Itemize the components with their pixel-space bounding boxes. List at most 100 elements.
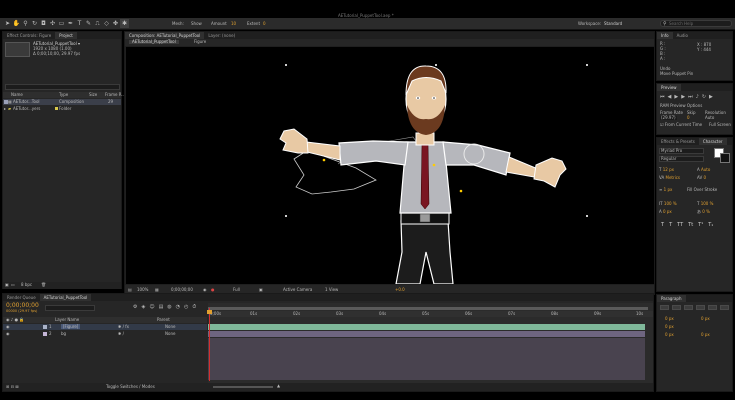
resolution-dropdown[interactable]: Auto	[705, 115, 714, 120]
horizontal-scale-field[interactable]: T 100 %	[697, 201, 713, 206]
view-dropdown[interactable]: Active Camera	[283, 287, 312, 292]
table-row[interactable]: ◉ 1 [Figure] ✱ / fx None	[3, 324, 207, 330]
tab-audio[interactable]: Audio	[673, 32, 692, 39]
time-ruler[interactable]: 0;00s 01s 02s 03s 04s 05s 06s 07s 08s 09…	[208, 311, 653, 317]
loop-icon[interactable]: ↻	[702, 94, 706, 100]
from-current-time-checkbox[interactable]: ☑ From Current Time	[660, 122, 702, 127]
font-size-field[interactable]: T 12 px	[659, 167, 674, 172]
extent-value[interactable]: 0	[263, 21, 266, 26]
col-frame-rate[interactable]: Frame R...	[105, 92, 125, 97]
region-of-interest-icon[interactable]: ▣	[259, 287, 263, 292]
playhead-handle[interactable]	[207, 310, 212, 314]
timeline-search-input[interactable]	[45, 305, 95, 311]
indent-left-field[interactable]: 0 px	[665, 316, 674, 321]
resolution-dropdown[interactable]: Full	[233, 287, 240, 292]
time-graph[interactable]: 0;00s 01s 02s 03s 04s 05s 06s 07s 08s 09…	[207, 303, 653, 383]
layer-parent-dropdown[interactable]: None	[165, 331, 175, 337]
show-channel-icon[interactable]: ●	[211, 287, 215, 292]
tab-effects-presets[interactable]: Effects & Presets	[657, 138, 699, 145]
tsume-field[interactable]: あ 0 %	[697, 209, 710, 214]
layer-bar-bg[interactable]	[208, 331, 645, 337]
frame-rate-dropdown[interactable]: (29.97)	[660, 115, 677, 121]
col-name[interactable]: Name	[11, 92, 23, 97]
puppet-figure[interactable]	[126, 47, 654, 284]
align-left-button[interactable]	[660, 305, 669, 310]
amount-value[interactable]: 10	[231, 21, 236, 26]
indent-first-field[interactable]: 0 px	[665, 324, 674, 329]
table-row[interactable]: ▸ ▰ AETutor...yers Folder	[3, 106, 121, 112]
toggle-switches-modes[interactable]: Toggle Switches / Modes	[106, 384, 155, 389]
stopwatch-icon[interactable]: ⏱	[192, 304, 196, 310]
justify-all-button[interactable]	[720, 305, 729, 310]
skip-value[interactable]: 0	[687, 115, 690, 120]
magnification-dropdown[interactable]: 100%	[137, 287, 148, 292]
new-folder-icon[interactable]: ▭	[11, 282, 15, 287]
current-time[interactable]: 0;00;00;00	[171, 287, 193, 292]
audio-icon[interactable]: ♪	[696, 94, 699, 100]
ram-preview-options[interactable]: RAM Preview Options	[660, 103, 702, 108]
selection-tool-icon[interactable]: ➤	[3, 19, 12, 28]
prev-frame-icon[interactable]: ◀	[668, 94, 672, 100]
puppet-pin-tool-icon[interactable]: ✱	[120, 19, 129, 28]
align-center-button[interactable]	[672, 305, 681, 310]
zoom-tool-icon[interactable]: ⚲	[21, 19, 30, 28]
layer-bar-figure[interactable]	[208, 324, 645, 330]
tab-layer[interactable]: Layer: (none)	[204, 32, 239, 39]
play-icon[interactable]: ▶	[674, 94, 678, 100]
font-style-dropdown[interactable]: Regular	[659, 156, 704, 162]
grid-icon[interactable]: ▦	[155, 287, 159, 292]
zoom-in-icon[interactable]: ▲	[277, 383, 280, 388]
vertical-scale-field[interactable]: IT 100 %	[659, 201, 677, 206]
kerning-field[interactable]: VA Metrics	[659, 175, 680, 180]
interpret-footage-icon[interactable]: ▣	[5, 282, 9, 287]
justify-left-button[interactable]	[696, 305, 705, 310]
workspace-dropdown[interactable]: Standard	[604, 21, 622, 26]
layer-switches-icon[interactable]: ✱ / fx	[118, 324, 129, 330]
last-frame-icon[interactable]: ⏭	[688, 94, 693, 100]
draft-3d-icon[interactable]: ◈	[141, 304, 145, 310]
snapshot-icon[interactable]: ◉	[203, 287, 207, 292]
pen-tool-icon[interactable]: ✒	[66, 19, 75, 28]
align-right-button[interactable]	[684, 305, 693, 310]
baseline-shift-field[interactable]: A 0 px	[659, 209, 672, 214]
composition-viewer[interactable]	[126, 47, 654, 284]
small-caps-button[interactable]: Tt	[688, 222, 693, 228]
brainstorm-icon[interactable]: ◴	[184, 304, 188, 310]
tab-project[interactable]: Project	[55, 32, 77, 39]
font-family-dropdown[interactable]: Myriad Pro	[659, 148, 704, 154]
next-frame-icon[interactable]: ▶	[681, 94, 685, 100]
layer-switches-icon[interactable]: ✱ /	[118, 331, 124, 337]
rectangle-tool-icon[interactable]: ▭	[57, 19, 66, 28]
leading-field[interactable]: A Auto	[697, 167, 710, 172]
type-tool-icon[interactable]: T	[75, 19, 84, 28]
show-checkbox[interactable]: Show	[191, 21, 202, 26]
space-before-field[interactable]: 0 px	[665, 332, 674, 337]
tab-paragraph[interactable]: Paragraph	[657, 295, 686, 302]
tab-character[interactable]: Character	[698, 138, 727, 145]
zoom-slider[interactable]	[213, 386, 273, 388]
camera-tool-icon[interactable]: ◘	[39, 19, 48, 28]
work-area-bar[interactable]	[208, 307, 648, 310]
comp-mini-flowchart-icon[interactable]: ⚙	[133, 304, 137, 310]
current-time-indicator[interactable]	[209, 308, 210, 381]
search-help-input[interactable]: ⚲ Search Help	[660, 20, 732, 27]
faux-italic-button[interactable]: T	[669, 222, 672, 228]
exposure-value[interactable]: +0.0	[395, 287, 405, 292]
layer-label-color[interactable]	[43, 325, 47, 329]
layer-label-color[interactable]	[43, 332, 47, 336]
stroke-color-swatch[interactable]	[720, 153, 730, 163]
all-caps-button[interactable]: TT	[677, 222, 683, 228]
roto-brush-tool-icon[interactable]: ✤	[111, 19, 120, 28]
tab-composition[interactable]: Composition: AETutorial_PuppetTool	[125, 32, 205, 39]
bpc-label[interactable]: 8 bpc	[21, 282, 32, 287]
trash-icon[interactable]: 🗑	[41, 282, 46, 287]
table-row[interactable]: ◉ 2 bg ✱ / None	[3, 331, 207, 337]
col-size[interactable]: Size	[89, 92, 97, 97]
col-layer-name[interactable]: Layer Name	[55, 317, 79, 322]
justify-center-button[interactable]	[708, 305, 717, 310]
brush-tool-icon[interactable]: ✎	[84, 19, 93, 28]
shy-icon[interactable]: ☺	[149, 304, 154, 310]
breadcrumb-comp[interactable]: AETutorial_PuppetTool	[129, 39, 179, 45]
clone-stamp-tool-icon[interactable]: ⎍	[93, 19, 102, 28]
visibility-eye-icon[interactable]: ◉	[6, 324, 10, 330]
